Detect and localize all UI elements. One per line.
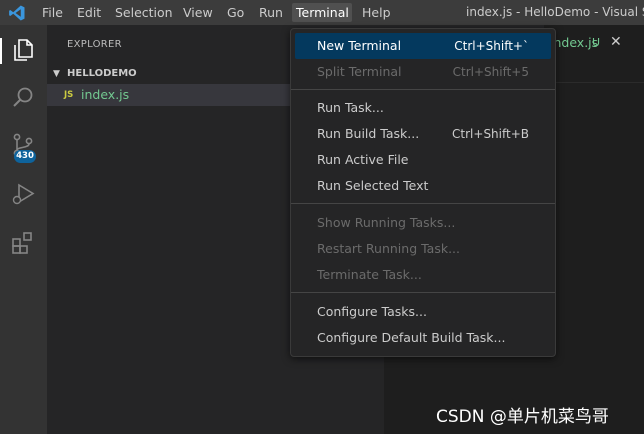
menu-divider [291,292,555,293]
menu-item-label: Configure Tasks... [317,304,427,319]
menu-divider [291,203,555,204]
menu-item-run-selected-text[interactable]: Run Selected Text [295,173,551,199]
menu-terminal[interactable]: Terminal [292,3,352,22]
window-title: index.js - HelloDemo - Visual Studio Cod… [466,5,644,19]
workspace-folder-name: HELLODEMO [67,68,137,79]
menu-item-label: Terminate Task... [317,267,422,282]
menu-item-split-terminal: Split Terminal Ctrl+Shift+5 [295,59,551,85]
menu-item-run-active-file[interactable]: Run Active File [295,147,551,173]
sidebar-title: EXPLORER [67,39,122,50]
menu-item-configure-tasks[interactable]: Configure Tasks... [295,299,551,325]
menu-view[interactable]: View [179,3,217,22]
search-icon[interactable] [10,85,36,111]
menu-item-label: Restart Running Task... [317,241,460,256]
source-control-badge: 430 [14,150,36,163]
menu-item-configure-default-build-task[interactable]: Configure Default Build Task... [295,325,551,351]
menu-item-restart-running-task: Restart Running Task... [295,236,551,262]
menu-item-label: Run Selected Text [317,178,429,193]
menu-item-run-build-task[interactable]: Run Build Task... Ctrl+Shift+B [295,121,551,147]
menu-item-new-terminal[interactable]: New Terminal Ctrl+Shift+` [295,33,551,59]
watermark: CSDN @单片机菜鸟哥 [436,407,609,427]
close-icon[interactable]: ✕ [610,25,622,60]
explorer-icon[interactable] [10,37,36,63]
title-bar: File Edit Selection View Go Run Terminal… [0,0,644,25]
active-view-indicator [0,38,2,64]
file-name: index.js [81,87,130,102]
menu-run[interactable]: Run [255,3,287,22]
menu-item-label: Show Running Tasks... [317,215,456,230]
menu-divider [291,89,555,90]
menu-item-run-task[interactable]: Run Task... [295,95,551,121]
menu-item-show-running-tasks: Show Running Tasks... [295,210,551,236]
menu-edit[interactable]: Edit [73,3,105,22]
menu-selection[interactable]: Selection [111,3,177,22]
menu-item-label: Run Task... [317,100,384,115]
extensions-icon[interactable] [10,230,36,256]
run-debug-icon[interactable] [10,181,36,207]
menu-help[interactable]: Help [358,3,395,22]
activity-bar: 430 [0,25,47,434]
menu-item-terminate-task: Terminate Task... [295,262,551,288]
menu-item-label: New Terminal [317,38,402,53]
menu-item-label: Split Terminal [317,64,402,79]
vscode-logo-icon [8,4,26,22]
tab-label: index.js [550,35,599,50]
menu-item-label: Run Active File [317,152,409,167]
menu-item-label: Configure Default Build Task... [317,330,506,345]
menu-file[interactable]: File [38,3,67,22]
menu-item-shortcut: Ctrl+Shift+5 [452,65,529,79]
menu-item-label: Run Build Task... [317,126,420,141]
menu-go[interactable]: Go [223,3,248,22]
chevron-down-icon: ▼ [53,69,60,79]
tab-index-js[interactable]: index.js U ✕ [544,25,644,60]
menu-item-shortcut: Ctrl+Shift+B [452,127,529,141]
menu-item-shortcut: Ctrl+Shift+` [454,39,529,53]
javascript-file-icon: JS [64,90,74,100]
terminal-menu-dropdown: New Terminal Ctrl+Shift+` Split Terminal… [290,28,556,357]
untracked-status-badge: U [592,36,601,49]
